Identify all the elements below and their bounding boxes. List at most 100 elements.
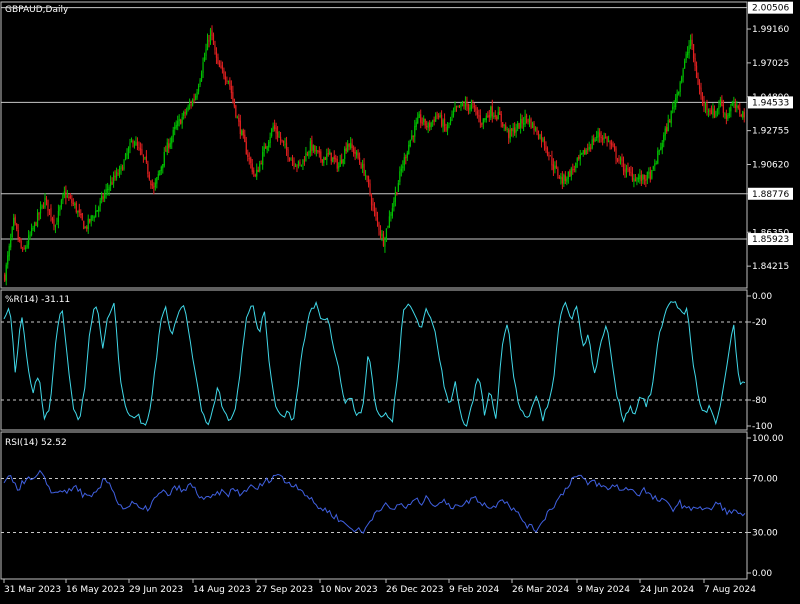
candle-body: [613, 146, 616, 150]
candle-body: [455, 106, 458, 108]
candle-body: [29, 234, 31, 236]
candle-body: [196, 91, 198, 98]
candle-body: [296, 165, 298, 167]
candle-body: [648, 172, 650, 174]
candle-body: [505, 125, 507, 130]
candle-body: [124, 154, 127, 160]
candle-body: [215, 51, 218, 58]
time-tick-label: 24 Jun 2024: [640, 585, 694, 595]
price-tick-label: 1.84215: [752, 262, 789, 272]
candle-body: [408, 144, 410, 155]
candle-body: [99, 200, 101, 207]
time-tick-label: 27 Sep 2023: [256, 585, 313, 595]
candle-body: [597, 131, 599, 138]
candle-body: [452, 111, 455, 116]
candle-body: [423, 118, 425, 123]
candle-body: [262, 151, 264, 166]
candle-body: [118, 167, 121, 174]
candle-body: [637, 178, 639, 180]
candle-body: [202, 62, 204, 73]
candle-body: [305, 152, 307, 162]
candle-body: [689, 39, 692, 46]
candle-body: [63, 191, 65, 196]
candle-body: [424, 118, 426, 126]
candle-body: [144, 157, 146, 159]
candle-body: [703, 100, 705, 107]
price-level-label: 2.00506: [752, 4, 789, 14]
candle-body: [83, 221, 85, 230]
candle-body: [582, 150, 584, 154]
candle-body: [363, 163, 365, 176]
candle-body: [92, 216, 94, 218]
candle-body: [649, 171, 651, 180]
candle-body: [53, 219, 55, 226]
candle-body: [367, 176, 370, 185]
candle-body: [506, 128, 508, 130]
candle-body: [172, 130, 174, 137]
candle-body: [426, 125, 428, 127]
candle-body: [326, 153, 328, 160]
candle-body: [241, 130, 243, 136]
candle-body: [121, 167, 124, 171]
candle-body: [432, 120, 434, 122]
candle-body: [685, 54, 687, 61]
candle-body: [706, 104, 708, 110]
candle-body: [440, 115, 443, 126]
candle-body: [244, 134, 246, 143]
candle-body: [205, 49, 207, 57]
candle-body: [670, 110, 672, 124]
candle-body: [660, 147, 662, 150]
candle-body: [75, 202, 77, 213]
candle-body: [324, 157, 326, 160]
candle-body: [274, 125, 276, 129]
osc-tick-label: -100: [752, 422, 773, 432]
candle-body: [569, 171, 571, 177]
candle-body: [433, 119, 435, 122]
candle-body: [500, 114, 502, 122]
candle-body: [56, 223, 58, 225]
candle-body: [646, 172, 648, 180]
candle-body: [628, 168, 631, 172]
candle-body: [287, 149, 289, 158]
candle-body: [370, 195, 373, 205]
candle-body: [625, 167, 628, 174]
candle-body: [4, 274, 6, 281]
candle-body: [266, 146, 268, 151]
candle-body: [682, 69, 684, 78]
candle-body: [438, 116, 440, 118]
candle-body: [147, 163, 149, 175]
candle-body: [44, 197, 46, 208]
candle-body: [584, 149, 586, 155]
candle-body: [552, 164, 555, 170]
candle-body: [217, 57, 219, 64]
candle-body: [358, 157, 361, 163]
candle-body: [220, 66, 222, 68]
candle-body: [549, 155, 552, 157]
candle-body: [561, 177, 563, 184]
candle-body: [71, 199, 73, 203]
candle-body: [171, 137, 173, 144]
candle-body: [397, 183, 399, 192]
candle-body: [716, 108, 719, 111]
candle-body: [607, 140, 610, 142]
candle-body: [251, 163, 253, 172]
candle-body: [591, 139, 593, 149]
candle-body: [603, 136, 605, 140]
candle-body: [60, 200, 63, 208]
candle-body: [7, 255, 9, 265]
candle-body: [145, 156, 147, 163]
candle-body: [130, 141, 133, 143]
candle-body: [347, 144, 349, 152]
candle-body: [38, 212, 40, 215]
candle-body: [636, 177, 638, 182]
candle-body: [104, 193, 106, 199]
candle-body: [710, 110, 713, 115]
candle-body: [520, 119, 522, 128]
candle-body: [315, 150, 317, 152]
candle-body: [412, 135, 414, 137]
price-tick-label: 1.92755: [752, 127, 789, 137]
osc-tick-label: -20: [752, 318, 767, 328]
candle-body: [150, 180, 152, 185]
candle-body: [420, 114, 422, 123]
candle-body: [361, 164, 364, 168]
